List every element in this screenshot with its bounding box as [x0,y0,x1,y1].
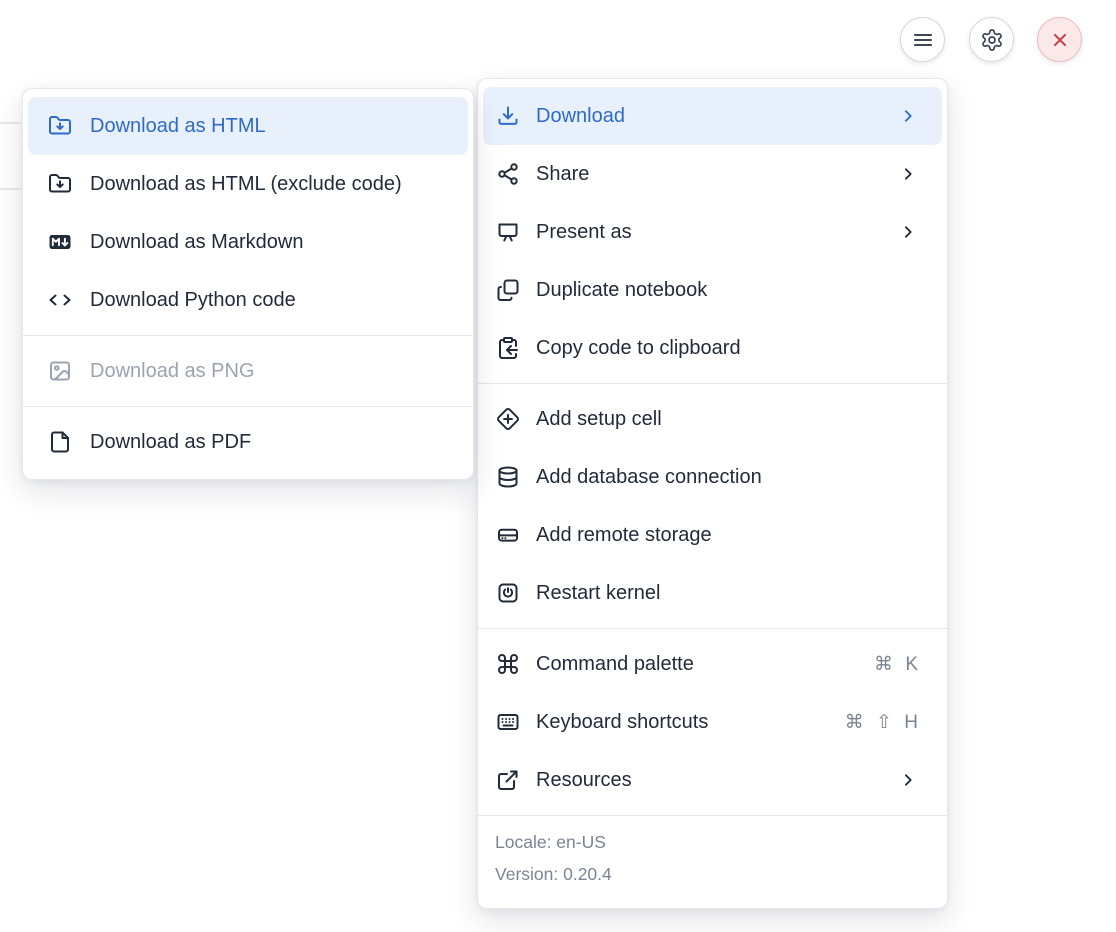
external-link-icon [496,768,520,792]
keyboard-shortcut-hint: ⌘ K [874,653,918,676]
close-x-icon [1048,28,1072,52]
menu-item-restart-kernel[interactable]: Restart kernel [483,564,942,622]
menu-item-label: Add database connection [536,466,918,489]
menu-item-add-database-connection[interactable]: Add database connection [483,448,942,506]
download-icon [496,104,520,128]
menu-item-label: Copy code to clipboard [536,337,918,360]
settings-gear-icon [980,28,1004,52]
menu-item-label: Download as Markdown [90,231,452,254]
menu-item-label: Duplicate notebook [536,279,918,302]
menu-item-present-as[interactable]: Present as [483,203,942,261]
menu-item-download-as-png: Download as PNG [28,342,468,400]
menu-item-label: Add remote storage [536,524,918,547]
diamond-plus-icon [496,407,520,431]
settings-button[interactable] [969,17,1014,62]
hard-drive-icon [496,523,520,547]
menu-footer: Locale: en-US Version: 0.20.4 [478,815,947,900]
menu-item-download[interactable]: Download [483,87,942,145]
version-text: Version: 0.20.4 [495,858,929,890]
menu-item-duplicate-notebook[interactable]: Duplicate notebook [483,261,942,319]
background-divider [0,122,21,124]
copy-icon [496,278,520,302]
menu-item-download-as-pdf[interactable]: Download as PDF [28,413,468,471]
presentation-icon [496,220,520,244]
chevron-right-icon [898,770,918,790]
notebook-menu: Download Share Present as Duplicate noteboo… [477,78,948,909]
menu-item-keyboard-shortcuts[interactable]: Keyboard shortcuts⌘ ⇧ H [483,693,942,751]
background-divider [0,188,21,190]
chevron-right-icon [898,164,918,184]
keyboard-icon [496,710,520,734]
menu-item-add-setup-cell[interactable]: Add setup cell [483,390,942,448]
file-icon [48,430,72,454]
menu-item-share[interactable]: Share [483,145,942,203]
menu-separator [478,383,947,384]
shutdown-button[interactable] [1037,17,1082,62]
menu-item-label: Keyboard shortcuts [536,711,845,734]
database-icon [496,465,520,489]
download-submenu: Download as HTML Download as HTML (exclud… [22,88,474,480]
menu-item-download-as-html[interactable]: Download as HTML [28,97,468,155]
share-icon [496,162,520,186]
keyboard-shortcut-hint: ⌘ ⇧ H [845,711,918,734]
menu-item-label: Present as [536,221,898,244]
menu-item-download-as-html-exclude-code[interactable]: Download as HTML (exclude code) [28,155,468,213]
clipboard-copy-icon [496,336,520,360]
menu-item-label: Resources [536,769,898,792]
menu-item-label: Download as PNG [90,360,452,383]
chevron-right-icon [898,222,918,242]
menu-separator [478,628,947,629]
menu-item-copy-code-to-clipboard[interactable]: Copy code to clipboard [483,319,942,377]
menu-item-label: Download Python code [90,289,452,312]
menu-separator [23,406,473,407]
menu-separator [23,335,473,336]
menu-item-download-python-code[interactable]: Download Python code [28,271,468,329]
menu-item-label: Download as HTML (exclude code) [90,173,452,196]
markdown-icon [48,230,72,254]
command-icon [496,652,520,676]
menu-item-add-remote-storage[interactable]: Add remote storage [483,506,942,564]
menu-item-label: Download as PDF [90,431,452,454]
notebook-menu-button[interactable] [900,17,945,62]
hamburger-menu-icon [911,28,935,52]
menu-item-label: Restart kernel [536,582,918,605]
menu-item-download-as-markdown[interactable]: Download as Markdown [28,213,468,271]
menu-item-label: Command palette [536,653,874,676]
menu-item-label: Share [536,163,898,186]
menu-item-label: Download [536,105,898,128]
folder-down-icon [48,114,72,138]
power-square-icon [496,581,520,605]
folder-down-icon [48,172,72,196]
menu-item-resources[interactable]: Resources [483,751,942,809]
menu-item-label: Add setup cell [536,408,918,431]
app-background: Download as HTML Download as HTML (exclud… [0,0,1116,932]
menu-item-label: Download as HTML [90,115,452,138]
image-icon [48,359,72,383]
chevron-right-icon [898,106,918,126]
menu-item-command-palette[interactable]: Command palette⌘ K [483,635,942,693]
locale-text: Locale: en-US [495,826,929,858]
code-icon [48,288,72,312]
